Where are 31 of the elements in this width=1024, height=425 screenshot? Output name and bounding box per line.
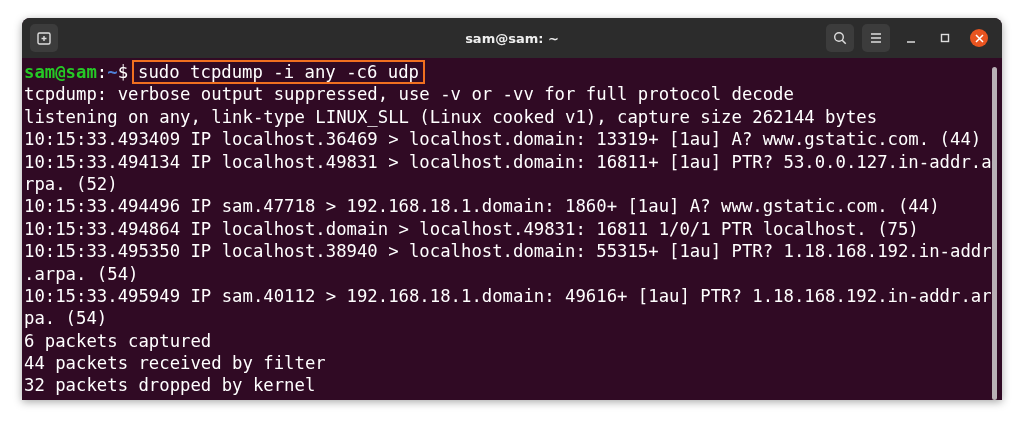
close-icon [974,33,984,43]
output-line: 32 packets dropped by kernel [24,374,317,397]
search-button[interactable] [826,24,854,52]
output-line: 10:15:33.493409 IP localhost.36469 > localhost.domain: 13319+ [1au] A? www.gstatic.com. (44) [24,128,983,151]
new-tab-button[interactable] [30,24,58,52]
output-line: 10:15:33.495350 IP localhost.38940 > localhost.domain: 55315+ [1au] PTR? 1.18.168.192.in-addr [24,240,992,263]
output-line: listening on any, link-type LINUX_SLL (Linux cooked v1), capture size 262144 bytes [24,105,879,129]
output-line: 6 packets captured [24,329,213,353]
output-line: 44 packets received by filter [24,352,327,375]
scrollbar[interactable] [992,67,997,400]
prompt-separator: : [96,62,108,82]
search-icon [833,31,847,45]
output-line: tcpdump: verbose output suppressed, use -v or -vv for full protocol decode [24,83,795,106]
new-tab-icon [37,31,51,45]
command-text: sudo tcpdump -i any -c6 udp [134,62,423,82]
output-line: 10:15:33.494864 IP localhost.domain > localhost.49831: 16811 1/0/1 PTR localhost. (75) [24,217,920,241]
output-line: 10:15:33.494134 IP localhost.49831 > localhost.domain: 16811+ [1au] PTR? 53.0.0.127.in-addr.a [24,150,992,173]
output-line: pa. (54) [24,307,109,330]
menu-button[interactable] [862,24,890,52]
output-line: .arpa. (54) [24,262,140,285]
output-line: rpa. (52) [24,172,119,196]
menu-icon [870,33,882,43]
prompt-symbol: $ [117,62,129,82]
window-title: sam@sam: ~ [465,30,559,46]
output-line: 10:15:33.494496 IP sam.47718 > 192.168.18.1.domain: 1860+ [1au] A? www.gstatic.com. (44) [24,195,941,218]
prompt-path: ~ [107,62,118,82]
maximize-icon [940,33,950,43]
close-button[interactable] [970,29,988,47]
prompt-user: sam@sam [24,62,97,82]
minimize-icon [907,41,915,43]
output-line: 10:15:33.495949 IP sam.40112 > 192.168.18.1.domain: 49616+ [1au] PTR? 1.18.168.192.in-addr.ar [24,284,992,308]
